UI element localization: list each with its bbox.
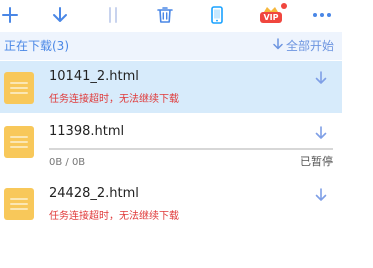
html-file-icon: [4, 126, 34, 158]
task-row[interactable]: 10141_2.html 任务连接超时，无法继续下载: [0, 61, 342, 113]
notification-dot: [281, 3, 287, 9]
toolbar: VIP: [0, 0, 373, 30]
trash-icon: [157, 6, 173, 24]
more-button[interactable]: [312, 5, 332, 25]
task-download-button[interactable]: [314, 70, 328, 89]
task-error-message: 任务连接超时，无法继续下载: [49, 211, 179, 222]
download-arrow-icon: [52, 6, 68, 24]
task-status: 已暂停: [300, 155, 333, 168]
task-filename: 11398.html: [49, 124, 125, 139]
phone-icon: [210, 6, 224, 24]
download-arrow-icon: [273, 38, 286, 54]
task-filename: 24428_2.html: [49, 186, 139, 201]
task-row[interactable]: 11398.html 0B / 0B 已暂停: [0, 116, 342, 174]
task-error-message: 任务连接超时，无法继续下载: [49, 94, 179, 105]
start-all-button[interactable]: 全部开始: [273, 38, 334, 54]
start-all-label: 全部开始: [285, 39, 334, 53]
start-download-button[interactable]: [50, 5, 70, 25]
plus-icon: [1, 6, 19, 24]
pause-icon: [106, 6, 120, 24]
delete-button[interactable]: [155, 5, 175, 25]
task-download-button[interactable]: [314, 125, 328, 144]
download-arrow-icon: [315, 187, 327, 206]
task-row[interactable]: 24428_2.html 任务连接超时，无法继续下载: [0, 178, 342, 230]
html-file-icon: [4, 188, 34, 220]
task-download-button[interactable]: [314, 187, 328, 206]
task-size: 0B / 0B: [49, 157, 86, 168]
pause-button[interactable]: [103, 5, 123, 25]
section-title: 正在下载(3): [4, 39, 69, 53]
download-arrow-icon: [315, 70, 327, 89]
vip-label: VIP: [263, 13, 279, 22]
vip-crown-icon: VIP: [258, 3, 287, 25]
html-file-icon: [4, 72, 34, 104]
downloading-section-header: 正在下载(3) 全部开始: [0, 32, 342, 60]
task-filename: 10141_2.html: [49, 69, 139, 84]
more-icon: [312, 12, 332, 18]
new-task-button[interactable]: [0, 5, 20, 25]
mobile-button[interactable]: [207, 5, 227, 25]
progress-bar: [49, 148, 333, 150]
download-arrow-icon: [315, 125, 327, 144]
vip-button[interactable]: VIP: [258, 3, 287, 25]
